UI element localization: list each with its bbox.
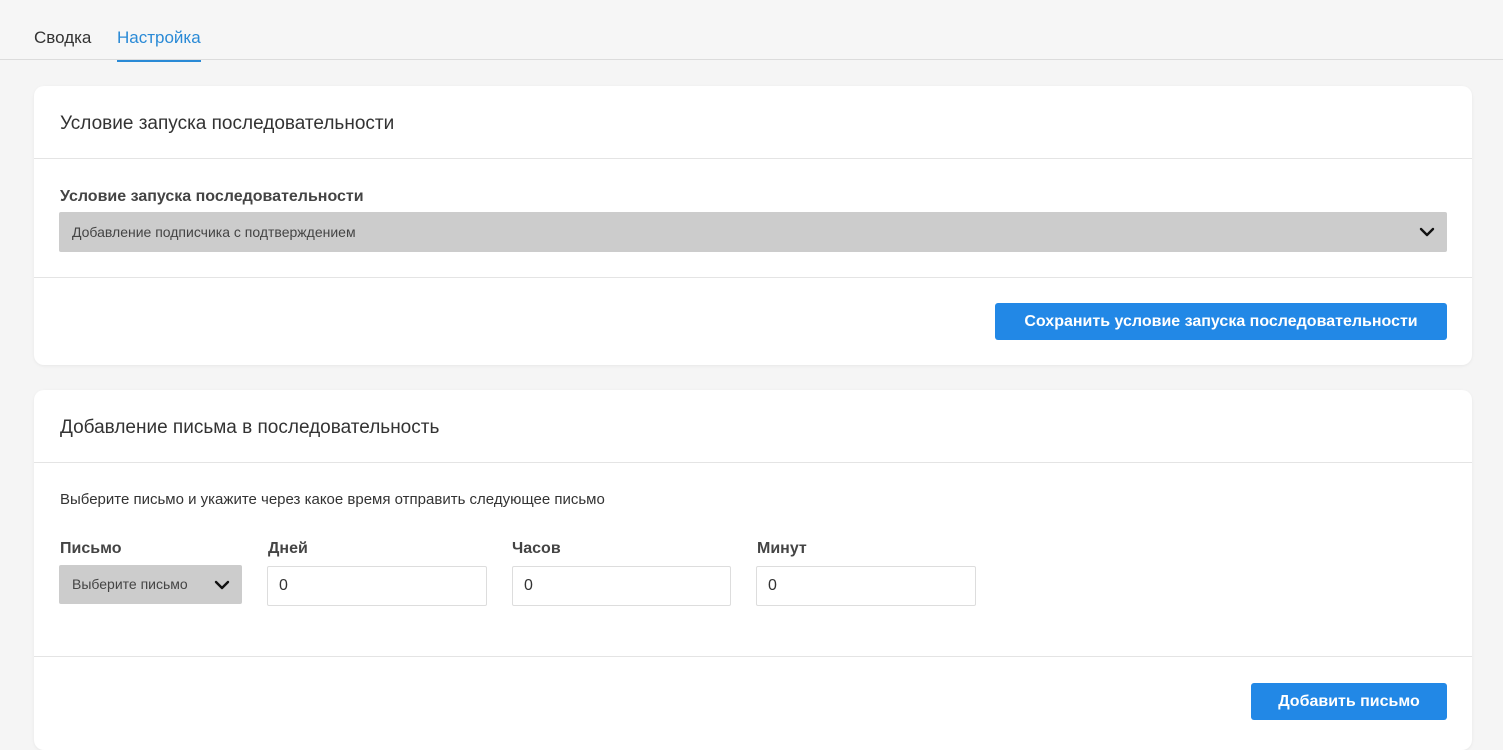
save-trigger-button[interactable]: Сохранить условие запуска последовательн…: [995, 303, 1447, 340]
add-email-card: Добавление письма в последовательность В…: [34, 390, 1472, 750]
tab-settings[interactable]: Настройка: [117, 28, 201, 62]
trigger-field-label: Условие запуска последовательности: [60, 188, 364, 205]
select-value: Выберите письмо: [72, 576, 188, 592]
trigger-condition-select[interactable]: Добавление подписчика с подтверждением: [59, 212, 1447, 252]
minutes-input[interactable]: [756, 566, 976, 606]
minutes-label: Минут: [757, 540, 807, 557]
card-title: Добавление письма в последовательность: [60, 417, 440, 438]
letter-label: Письмо: [60, 540, 122, 557]
hours-input[interactable]: [512, 566, 731, 606]
letter-select[interactable]: Выберите письмо: [59, 565, 242, 604]
card-title: Условие запуска последовательности: [60, 113, 395, 134]
divider: [34, 277, 1472, 278]
select-value: Добавление подписчика с подтверждением: [72, 224, 356, 240]
divider: [34, 158, 1472, 159]
tab-bar: Сводка Настройка: [0, 0, 1503, 62]
description-text: Выберите письмо и укажите через какое вр…: [60, 491, 605, 508]
days-label: Дней: [268, 540, 308, 557]
add-email-button[interactable]: Добавить письмо: [1251, 683, 1447, 720]
days-input[interactable]: [267, 566, 487, 606]
tab-summary[interactable]: Сводка: [34, 28, 91, 58]
divider: [34, 462, 1472, 463]
trigger-condition-card: Условие запуска последовательности Услов…: [34, 86, 1472, 365]
chevron-down-icon: [1419, 227, 1435, 237]
divider: [34, 656, 1472, 657]
chevron-down-icon: [214, 580, 230, 590]
hours-label: Часов: [512, 540, 561, 557]
